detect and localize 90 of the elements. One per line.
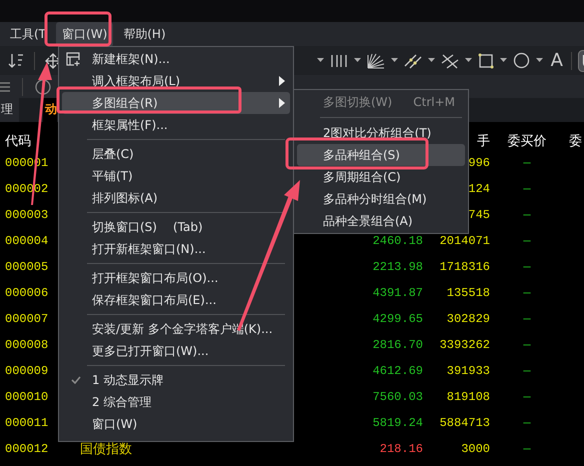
column-header: 委 xyxy=(568,133,583,150)
table-cell-text: 000008 xyxy=(4,338,50,352)
column-header: 委买价 xyxy=(506,133,548,150)
menu-item[interactable]: 2 综合管理 xyxy=(62,391,290,413)
table-cell-text: 000012 xyxy=(4,442,50,456)
menu-item[interactable]: 多品种分时组合(M) xyxy=(297,188,465,210)
list-icon[interactable] xyxy=(0,80,10,92)
vertical-lines-icon[interactable] xyxy=(330,52,348,68)
table-cell-text: 000004 xyxy=(4,234,50,248)
menu-item[interactable]: 打开新框架窗口(N)... xyxy=(62,238,290,260)
table-cell-text: 996 xyxy=(467,156,490,170)
table-cell-text: 745 xyxy=(467,208,490,222)
table-cell-text: 302829 xyxy=(446,312,490,326)
table-cell-text: 3000 xyxy=(460,442,490,456)
caret-icon[interactable] xyxy=(464,58,472,63)
submenu-arrow-icon xyxy=(279,98,285,108)
crossed-lines-icon[interactable] xyxy=(440,52,459,68)
table-cell-text: — xyxy=(522,234,532,248)
menu-item[interactable]: 更多已打开窗口(W)... xyxy=(62,340,290,362)
rectangle-icon[interactable] xyxy=(478,52,494,68)
table-cell-text: 000003 xyxy=(4,208,50,222)
circle-icon[interactable] xyxy=(512,52,530,69)
table-cell-text: 135518 xyxy=(446,286,490,300)
submenu-arrow-icon xyxy=(279,76,285,86)
table-cell: 4612.69 xyxy=(372,364,423,378)
fan-icon[interactable] xyxy=(366,52,385,68)
table-cell-text: 2014071 xyxy=(438,234,490,248)
move-icon[interactable] xyxy=(45,52,61,68)
menu-item[interactable]: 窗口(W) xyxy=(62,413,290,435)
table-cell: 国债指数 xyxy=(80,442,132,457)
table-cell: 7560.03 xyxy=(372,390,423,404)
table-cell-text: 000010 xyxy=(4,390,50,404)
table-cell-text: 000011 xyxy=(4,416,50,430)
table-cell: 4391.87 xyxy=(372,286,423,300)
table-cell-text: 3393262 xyxy=(438,338,490,352)
column-header: 代码 xyxy=(4,133,32,150)
table-cell-text: — xyxy=(522,182,532,196)
menu-item[interactable]: 调入框架布局(L) xyxy=(62,70,290,92)
text-tool-button[interactable]: A xyxy=(548,52,565,70)
tab[interactable]: 动 xyxy=(43,98,57,122)
menu-item[interactable]: 多周期组合(C) xyxy=(297,166,465,188)
table-cell-text: 000007 xyxy=(4,312,50,326)
caret-icon[interactable] xyxy=(536,58,543,63)
table-cell: 218.16 xyxy=(380,442,423,456)
sort-icon[interactable] xyxy=(8,52,24,70)
table-cell-text: — xyxy=(522,312,532,326)
menu-item[interactable]: 排列图标(A) xyxy=(62,187,290,209)
table-cell-text: — xyxy=(522,416,532,430)
caret-icon[interactable] xyxy=(390,58,398,63)
caret-icon[interactable] xyxy=(354,58,361,63)
table-cell: 5819.24 xyxy=(372,416,423,430)
table-cell-text: 000005 xyxy=(4,260,50,274)
table-cell-text: 000009 xyxy=(4,364,50,378)
table-cell-text: — xyxy=(522,286,532,300)
menu-item[interactable]: 多品种组合(S) xyxy=(297,144,465,166)
caret-icon[interactable] xyxy=(428,58,435,63)
menu-item[interactable]: 平铺(T) xyxy=(62,165,290,187)
menu-item[interactable]: 新建框架(N)... xyxy=(62,48,290,70)
menu-item[interactable]: 层叠(C) xyxy=(62,143,290,165)
parallel-lines-icon[interactable] xyxy=(404,52,422,68)
table-cell-text: — xyxy=(522,338,532,352)
table-cell: 2816.70 xyxy=(372,338,423,352)
table-cell-text: 1718316 xyxy=(438,260,490,274)
table-cell-text: — xyxy=(522,260,532,274)
new-frame-icon xyxy=(65,51,81,67)
table-cell-text: 391933 xyxy=(446,364,490,378)
menu-item[interactable]: 切换窗口(S) (Tab) xyxy=(62,216,290,238)
table-cell-text: — xyxy=(522,364,532,378)
tab[interactable]: 理 xyxy=(0,98,19,122)
table-cell-text: — xyxy=(522,442,532,456)
menu-item[interactable]: 框架属性(F)... xyxy=(62,114,290,136)
menu-item[interactable]: 工具(T xyxy=(4,22,52,46)
table-cell-text: 5884713 xyxy=(438,416,490,430)
caret-icon[interactable] xyxy=(316,58,324,63)
menu-item[interactable]: 1 动态显示牌 xyxy=(62,369,290,391)
table-cell-text: — xyxy=(522,390,532,404)
table-cell: 2460.18 xyxy=(372,234,423,248)
menu-item[interactable]: 保存框架窗口布局(E)... xyxy=(62,289,290,311)
menu-item[interactable]: 帮助(H) xyxy=(117,22,172,46)
table-cell: 4299.65 xyxy=(372,312,423,326)
table-cell-text: — xyxy=(522,156,532,170)
menu-item[interactable]: 打开框架窗口布局(O)... xyxy=(62,267,290,289)
table-cell-text: — xyxy=(522,208,532,222)
table-cell-text: 124 xyxy=(467,182,490,196)
annotation-frame xyxy=(44,12,112,46)
table-cell-text: 819108 xyxy=(446,390,490,404)
menu-item[interactable]: 品种全景组合(A) xyxy=(297,210,465,232)
table-cell: 2213.98 xyxy=(372,260,423,274)
table-cell-text: 000006 xyxy=(4,286,50,300)
caret-icon[interactable] xyxy=(500,58,507,63)
